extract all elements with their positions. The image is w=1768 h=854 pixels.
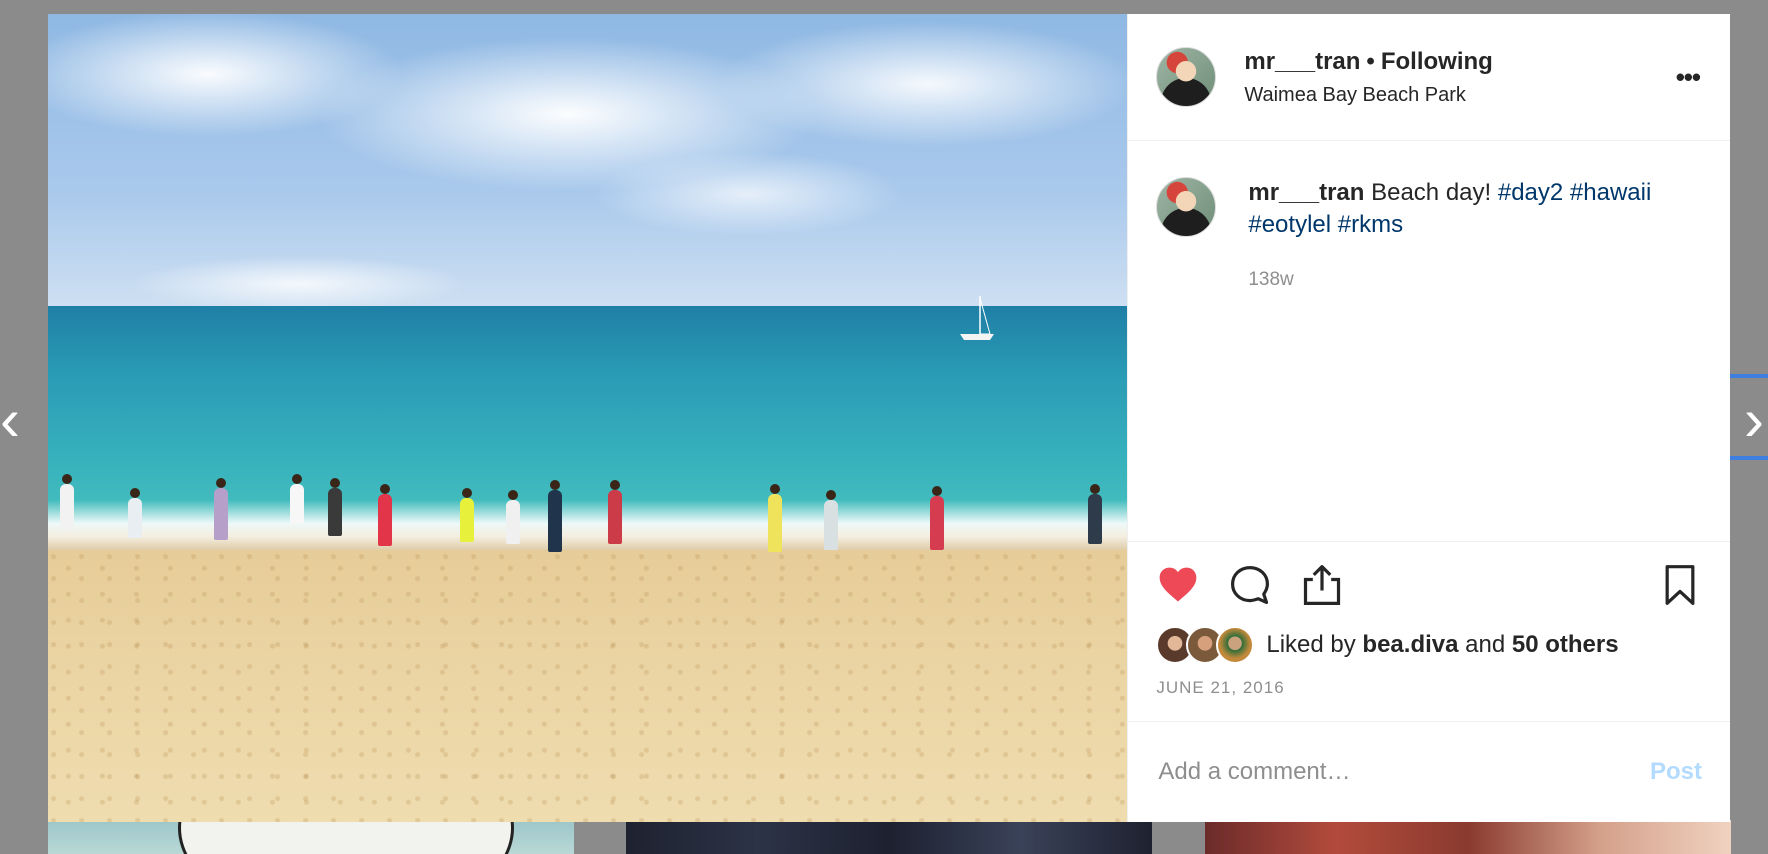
- beachgoer: [824, 490, 838, 550]
- following-button[interactable]: Following: [1381, 48, 1493, 75]
- heart-filled-icon[interactable]: [1156, 563, 1200, 607]
- grid-thumbnail[interactable]: [626, 820, 1152, 854]
- sailboat-icon: [960, 296, 994, 340]
- beachgoer: [1088, 484, 1102, 544]
- post-header: mr___tran • Following Waimea Bay Beach Par…: [1128, 14, 1730, 141]
- grid-thumbnail[interactable]: [48, 820, 574, 854]
- next-post-arrow-icon[interactable]: ›: [1744, 390, 1768, 450]
- beachgoer: [768, 484, 782, 552]
- avatar[interactable]: [1156, 47, 1217, 107]
- grid-thumbnail[interactable]: [1205, 820, 1731, 854]
- beachgoer: [548, 480, 562, 552]
- beachgoer: [328, 478, 342, 536]
- previous-post-arrow-icon[interactable]: ‹: [0, 390, 30, 450]
- beachgoer: [930, 486, 944, 550]
- likes-summary: Liked by bea.diva and 50 others: [1156, 626, 1702, 664]
- hashtag-link[interactable]: #eotylel: [1248, 211, 1331, 238]
- more-options-icon[interactable]: •••: [1676, 62, 1701, 93]
- likes-conjunction: and: [1465, 631, 1506, 658]
- comment-input[interactable]: [1156, 757, 1650, 787]
- caption-text: Beach day!: [1371, 179, 1492, 206]
- post-photo[interactable]: [48, 14, 1128, 822]
- hashtag-link[interactable]: #day2: [1498, 179, 1563, 206]
- post-comment-button[interactable]: Post: [1650, 758, 1702, 786]
- liker-username-link[interactable]: bea.diva: [1362, 631, 1458, 658]
- username-link[interactable]: mr___tran: [1244, 48, 1360, 75]
- photo-sky: [48, 14, 1128, 310]
- photo-sand: [48, 550, 1128, 822]
- beachgoer: [60, 474, 74, 530]
- beachgoer: [378, 484, 392, 546]
- post-modal: mr___tran • Following Waimea Bay Beach Par…: [48, 14, 1730, 822]
- liker-avatar[interactable]: [1216, 626, 1255, 664]
- beachgoer: [128, 488, 142, 538]
- hashtag-link[interactable]: #rkms: [1338, 211, 1403, 238]
- post-date[interactable]: JUNE 21, 2016: [1156, 678, 1702, 698]
- beachgoer: [460, 488, 474, 542]
- separator-dot: •: [1366, 47, 1375, 75]
- beachgoer: [608, 480, 622, 544]
- beachgoer: [506, 490, 520, 544]
- location-link[interactable]: Waimea Bay Beach Park: [1244, 84, 1492, 107]
- comment-icon[interactable]: [1228, 563, 1272, 607]
- post-side-panel: mr___tran • Following Waimea Bay Beach Par…: [1127, 14, 1730, 822]
- caption-username-link[interactable]: mr___tran: [1248, 179, 1364, 206]
- likes-prefix: Liked by: [1266, 631, 1356, 658]
- photo-surf: [48, 500, 1128, 552]
- others-likes-link[interactable]: 50 others: [1512, 631, 1619, 658]
- share-icon[interactable]: [1300, 563, 1344, 607]
- avatar[interactable]: [1156, 177, 1217, 237]
- caption-comment: mr___tran Beach day! #day2 #hawaii #eoty…: [1156, 177, 1702, 241]
- beachgoer: [214, 478, 228, 540]
- beachgoer: [290, 474, 304, 524]
- hashtag-link[interactable]: #hawaii: [1570, 179, 1651, 206]
- comments-section: mr___tran Beach day! #day2 #hawaii #eoty…: [1128, 141, 1730, 541]
- bookmark-icon[interactable]: [1658, 563, 1702, 607]
- action-bar: Liked by bea.diva and 50 others JUNE 21,…: [1128, 541, 1730, 721]
- caption-timestamp[interactable]: 138w: [1248, 269, 1702, 291]
- add-comment-bar: Post: [1128, 721, 1730, 822]
